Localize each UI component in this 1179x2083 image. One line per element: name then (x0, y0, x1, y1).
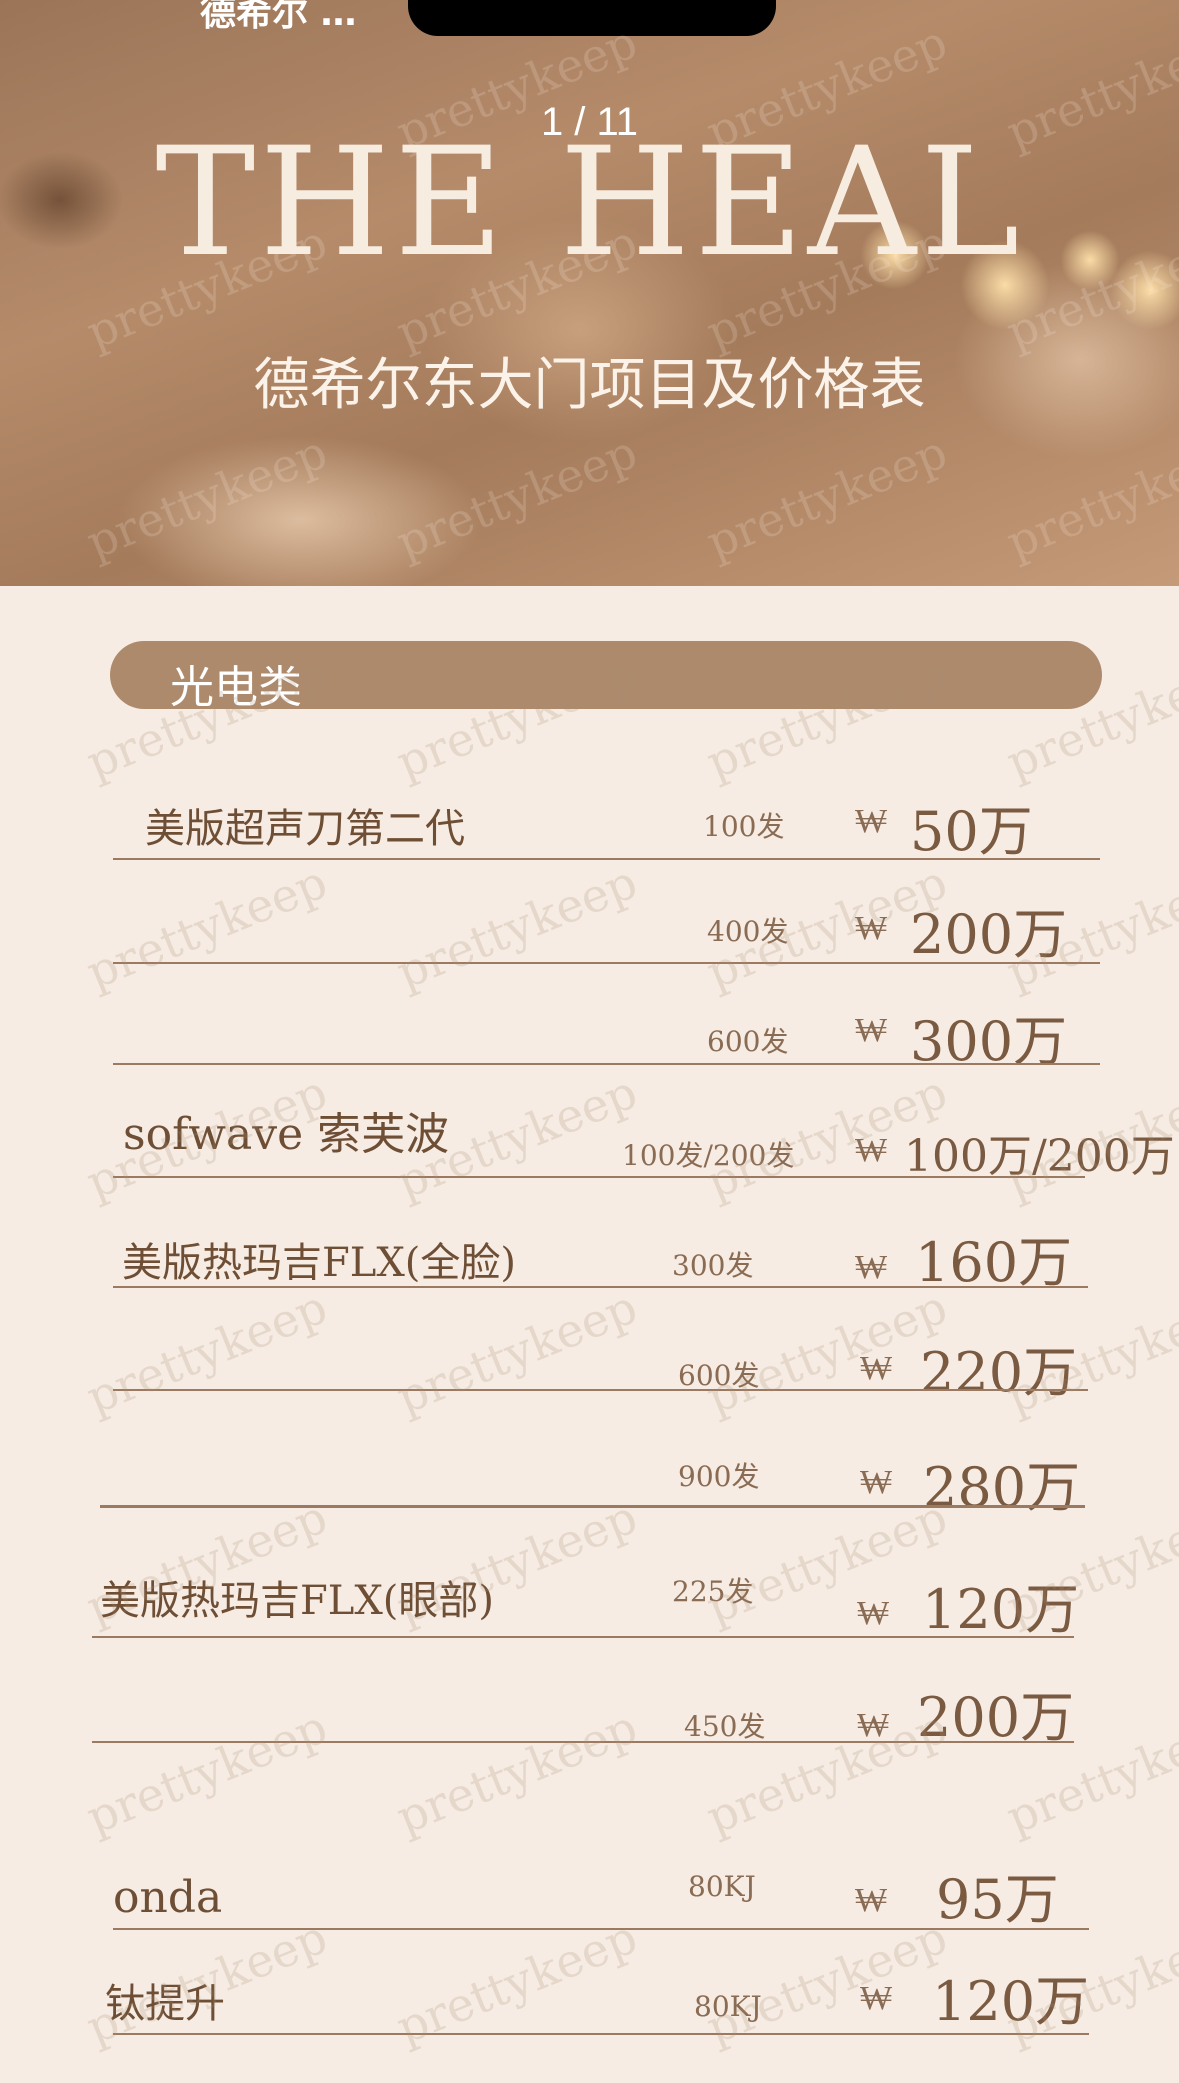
currency-symbol: ₩ (860, 1348, 893, 1388)
item-price: 220万 (920, 1341, 1078, 1404)
item-name: onda (113, 1872, 223, 1923)
item-quantity: 80KJ (688, 1870, 756, 1903)
item-price: 200万 (910, 903, 1068, 966)
item-quantity: 450发 (684, 1710, 766, 1743)
row-divider (92, 1636, 1074, 1638)
item-price: 120万 (922, 1578, 1080, 1641)
section-header: 光电类 (110, 641, 1102, 713)
row-divider (113, 1928, 1089, 1930)
item-quantity: 100发/200发 (622, 1139, 795, 1172)
item-name: 美版热玛吉FLX(眼部) (100, 1578, 495, 1624)
item-quantity: 100发 (703, 810, 785, 843)
watermark: prettykeep (79, 854, 335, 1000)
item-name: 钛提升 (105, 1981, 225, 2027)
hero-banner: 德希尔 … 1 / 11 THE HEAL 德希尔东大门项目及价格表 (0, 0, 1179, 586)
row-divider (113, 1063, 1100, 1065)
watermark: prettykeep (389, 1279, 645, 1425)
hero-subtitle: 德希尔东大门项目及价格表 (253, 353, 926, 418)
currency-symbol: ₩ (857, 1705, 890, 1745)
row-divider (113, 962, 1100, 964)
row-divider (113, 1176, 1085, 1178)
item-quantity: 600发 (707, 1025, 789, 1058)
currency-symbol: ₩ (855, 1880, 888, 1920)
currency-symbol: ₩ (855, 1130, 888, 1170)
item-price: 280万 (923, 1456, 1081, 1519)
hero-cut-text: 德希尔 … (200, 0, 357, 34)
currency-symbol: ₩ (855, 908, 888, 948)
currency-symbol: ₩ (855, 801, 888, 841)
currency-symbol: ₩ (860, 1978, 893, 2018)
phone-notch (408, 0, 776, 36)
row-divider (113, 858, 1100, 860)
item-quantity: 900发 (678, 1460, 760, 1493)
currency-symbol: ₩ (855, 1247, 888, 1287)
watermark: prettykeep (699, 1279, 955, 1425)
watermark: prettykeep (79, 1699, 335, 1845)
item-name: sofwave 索芙波 (123, 1109, 450, 1160)
row-divider (113, 2033, 1089, 2035)
currency-symbol: ₩ (860, 1462, 893, 1502)
row-divider (113, 1286, 1088, 1288)
hero-title: THE HEAL (155, 116, 1024, 290)
item-quantity: 225发 (672, 1575, 754, 1608)
watermark: prettykeep (389, 854, 645, 1000)
item-name: 美版热玛吉FLX(全脸) (122, 1240, 517, 1286)
item-quantity: 300发 (672, 1249, 754, 1282)
currency-symbol: ₩ (857, 1593, 890, 1633)
section-title: 光电类 (170, 662, 302, 713)
row-divider (92, 1741, 1074, 1743)
row-divider (100, 1505, 1085, 1508)
item-price: 50万 (910, 800, 1033, 863)
item-quantity: 400发 (707, 915, 789, 948)
item-quantity: 600发 (678, 1359, 760, 1392)
item-price: 100万/200万 (904, 1131, 1175, 1182)
watermark: prettykeep (389, 1699, 645, 1845)
row-divider (113, 1389, 1088, 1391)
watermark: prettykeep (699, 1489, 955, 1635)
item-price: 120万 (932, 1970, 1090, 2033)
currency-symbol: ₩ (855, 1010, 888, 1050)
item-quantity: 80KJ (694, 1990, 762, 2023)
item-name: 美版超声刀第二代 (145, 806, 465, 852)
item-price: 95万 (936, 1868, 1059, 1931)
watermark: prettykeep (79, 1279, 335, 1425)
